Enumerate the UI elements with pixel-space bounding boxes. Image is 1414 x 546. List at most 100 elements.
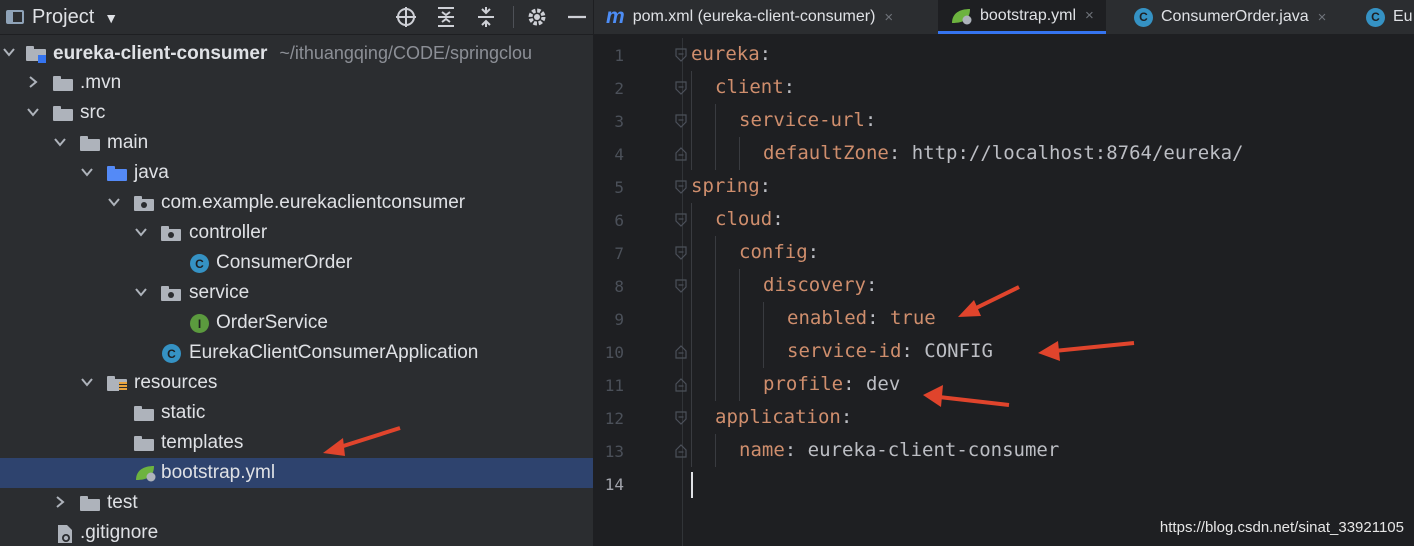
tree-item-consumer-order[interactable]: C ConsumerOrder <box>0 248 593 278</box>
minimize-icon[interactable] <box>564 4 590 30</box>
tree-item-package[interactable]: com.example.eurekaclientconsumer <box>0 188 593 218</box>
close-icon[interactable]: × <box>1085 7 1094 24</box>
tree-item-test[interactable]: test <box>0 488 593 518</box>
module-folder-icon <box>26 46 46 63</box>
chevron-down-icon[interactable] <box>80 375 96 391</box>
chevron-down-icon[interactable] <box>134 225 150 241</box>
editor-tab-bar: m pom.xml (eureka-client-consumer) × boo… <box>594 0 1414 35</box>
code-line: config: <box>691 236 819 269</box>
chevron-right-icon[interactable] <box>53 495 69 511</box>
fold-start-icon[interactable] <box>675 246 687 260</box>
spring-boot-icon: C <box>1366 7 1385 27</box>
yaml-value: dev <box>854 373 901 395</box>
annotation-arrow <box>923 385 1010 407</box>
fold-start-icon[interactable] <box>675 48 687 62</box>
indent-guide <box>691 401 715 434</box>
chevron-down-icon[interactable] <box>134 285 150 301</box>
line-number-gutter: 1 2 3 4 5 6 7 8 9 10 11 12 13 14 <box>594 38 687 546</box>
line-number: 7 <box>614 244 624 263</box>
folder-icon <box>53 76 73 91</box>
tree-item-service[interactable]: service <box>0 278 593 308</box>
fold-start-icon[interactable] <box>675 213 687 227</box>
tab-label: bootstrap.yml <box>980 6 1077 24</box>
tree-item-label: bootstrap.yml <box>161 462 276 483</box>
yaml-colon: : <box>867 307 879 329</box>
tab-bootstrap-yml[interactable]: bootstrap.yml × <box>938 0 1106 34</box>
gear-icon[interactable] <box>524 4 550 30</box>
expand-all-icon[interactable] <box>433 4 459 30</box>
fold-start-icon[interactable] <box>675 279 687 293</box>
tab-pom-xml[interactable]: m pom.xml (eureka-client-consumer) × <box>606 0 893 34</box>
yaml-colon: : <box>759 175 772 197</box>
chevron-down-icon[interactable] <box>2 45 18 61</box>
close-icon[interactable]: × <box>1318 9 1327 26</box>
fold-end-icon[interactable] <box>675 444 687 458</box>
tree-item-label: service <box>189 282 250 303</box>
tree-item-label: OrderService <box>216 312 328 333</box>
tree-item-application[interactable]: C EurekaClientConsumerApplication <box>0 338 593 368</box>
tree-item-label: java <box>134 162 169 183</box>
chevron-down-icon[interactable] <box>80 165 96 181</box>
source-folder-icon <box>107 166 127 181</box>
indent-guide <box>715 137 739 170</box>
tree-item-java[interactable]: java <box>0 158 593 188</box>
yaml-key: service-id <box>787 340 902 362</box>
project-view-selector[interactable]: Project ▼ <box>6 3 118 31</box>
class-icon: C <box>190 254 209 273</box>
tree-item-bootstrap-yml[interactable]: bootstrap.yml <box>0 458 593 488</box>
indent-guide <box>715 104 739 137</box>
chevron-down-icon[interactable] <box>107 195 123 211</box>
line-number: 12 <box>604 409 624 428</box>
indent-guide <box>739 137 763 170</box>
code-line: client: <box>691 71 795 104</box>
tree-item-src[interactable]: src <box>0 98 593 128</box>
yaml-colon: : <box>888 142 901 164</box>
fold-end-icon[interactable] <box>675 147 687 161</box>
indent-guide <box>691 137 715 170</box>
fold-start-icon[interactable] <box>675 81 687 95</box>
tree-item-mvn[interactable]: .mvn <box>0 68 593 98</box>
annotation-arrow <box>1038 341 1135 361</box>
tree-item-label: static <box>161 402 206 423</box>
tree-item-resources[interactable]: resources <box>0 368 593 398</box>
chevron-down-icon[interactable] <box>53 135 69 151</box>
chevron-right-icon[interactable] <box>26 75 42 91</box>
tree-item-static[interactable]: static <box>0 398 593 428</box>
tab-consumer-order[interactable]: C ConsumerOrder.java × <box>1134 0 1326 34</box>
line-number: 5 <box>614 178 624 197</box>
indent-guide <box>691 71 715 104</box>
line-number: 10 <box>604 343 624 362</box>
indent-guide <box>739 335 763 368</box>
yaml-colon: : <box>772 208 784 230</box>
chevron-down-icon[interactable]: ▼ <box>104 10 118 26</box>
tree-item-controller[interactable]: controller <box>0 218 593 248</box>
collapse-all-icon[interactable] <box>473 4 499 30</box>
tree-item-label: EurekaClientConsumerApplication <box>189 342 479 363</box>
fold-end-icon[interactable] <box>675 345 687 359</box>
line-number: 9 <box>614 310 624 329</box>
fold-start-icon[interactable] <box>675 411 687 425</box>
close-icon[interactable]: × <box>884 9 893 26</box>
tab-eureka-application[interactable]: C Eu <box>1366 0 1413 34</box>
code-line: name: eureka-client-consumer <box>691 434 1059 467</box>
indent-guide <box>715 368 739 401</box>
fold-start-icon[interactable] <box>675 180 687 194</box>
tree-item-order-service[interactable]: I OrderService <box>0 308 593 338</box>
package-icon <box>134 196 154 211</box>
chevron-down-icon[interactable] <box>26 105 42 121</box>
tree-item-templates[interactable]: templates <box>0 428 593 458</box>
fold-end-icon[interactable] <box>675 378 687 392</box>
module-path: ~/ithuangqing/CODE/springclou <box>279 43 533 63</box>
indent-guide <box>739 302 763 335</box>
yaml-key: eureka <box>691 43 760 65</box>
locate-icon[interactable] <box>393 4 419 30</box>
fold-start-icon[interactable] <box>675 114 687 128</box>
project-header: Project ▼ <box>0 0 593 35</box>
indent-guide <box>763 302 787 335</box>
indent-guide <box>691 269 715 302</box>
tab-label: ConsumerOrder.java <box>1161 8 1309 25</box>
tree-item-module[interactable]: eureka-client-consumer ~/ithuangqing/CODE… <box>0 38 593 68</box>
tree-item-main[interactable]: main <box>0 128 593 158</box>
tree-item-gitignore[interactable]: .gitignore <box>0 518 593 546</box>
class-icon: C <box>1134 7 1153 27</box>
